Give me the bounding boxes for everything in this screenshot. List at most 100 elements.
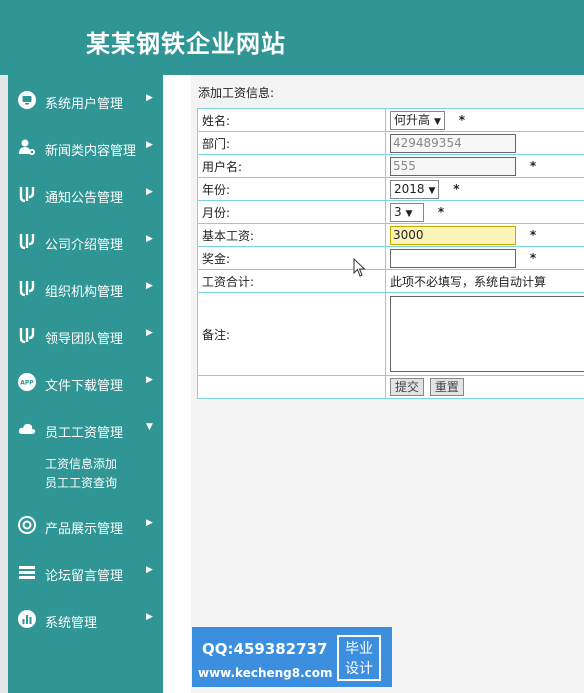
chevron-right-icon: ▶: [146, 375, 153, 385]
chevron-right-icon: ▶: [146, 234, 153, 244]
reset-button[interactable]: 重置: [429, 378, 464, 396]
year-label: 年份:: [197, 177, 386, 201]
site-title: 某某钢铁企业网站: [86, 29, 286, 58]
sidebar-item-company[interactable]: 公司介绍管理 ▶: [8, 226, 163, 256]
month-cell: 3 ▼ *: [385, 200, 584, 224]
required-mark: *: [529, 227, 537, 242]
sidebar-item-salary[interactable]: 员工工资管理 ▼: [8, 414, 163, 444]
watermark-site: www.kecheng8.com: [198, 666, 333, 680]
chevron-right-icon: ▶: [146, 612, 153, 622]
form-row-year: 年份: 2018 ▼ *: [197, 177, 584, 201]
chevron-right-icon: ▶: [146, 518, 153, 528]
username-cell: 555 *: [385, 154, 584, 178]
month-select[interactable]: 3 ▼: [390, 202, 424, 222]
month-label: 月份:: [197, 200, 386, 224]
sidebar-item-label: 新闻类内容管理: [45, 144, 137, 159]
department-cell: 429489354: [385, 131, 584, 155]
dropdown-arrow-icon: ▼: [405, 208, 413, 219]
bonus-cell: *: [385, 246, 584, 270]
remark-label: 备注:: [197, 292, 386, 376]
required-mark: *: [458, 112, 466, 127]
form-row-name: 姓名: 何升高 ▼ *: [197, 108, 584, 132]
name-select-value: 何升高: [394, 112, 431, 127]
actions-cell: 提交 重置: [385, 375, 584, 399]
chevron-right-icon: ▶: [146, 281, 153, 291]
department-label: 部门:: [197, 131, 386, 155]
chevron-right-icon: ▶: [146, 93, 153, 103]
year-cell: 2018 ▼ *: [385, 177, 584, 201]
dropdown-arrow-icon: ▼: [434, 116, 441, 127]
sidebar-item-news[interactable]: 新闻类内容管理 ▶: [8, 132, 163, 162]
sidebar-item-leadership[interactable]: 领导团队管理 ▶: [8, 320, 163, 350]
sidebar-item-organization[interactable]: 组织机构管理 ▶: [8, 273, 163, 303]
watermark-qq: QQ:459382737: [202, 640, 328, 658]
user-gear-icon: [19, 139, 35, 155]
watermark-badge-line2: 设计: [345, 661, 373, 677]
salary-form: 姓名: 何升高 ▼ * 部门: 429489354 用户名: 555 * 年份: …: [197, 108, 584, 399]
sidebar-item-label: 公司介绍管理: [45, 238, 124, 253]
form-row-bonus: 奖金: *: [197, 246, 584, 270]
monitor-icon: [18, 91, 36, 109]
required-mark: *: [529, 250, 537, 265]
submit-button[interactable]: 提交: [390, 378, 425, 396]
sidebar-item-notices[interactable]: 通知公告管理 ▶: [8, 179, 163, 209]
sidebar-item-system[interactable]: 系统管理 ▶: [8, 604, 163, 634]
cloud-icon: [18, 423, 36, 434]
required-mark: *: [529, 158, 537, 173]
year-select[interactable]: 2018 ▼: [390, 179, 440, 199]
form-row-base-salary: 基本工资: 3000 *: [197, 223, 584, 247]
username-field[interactable]: 555: [390, 156, 516, 176]
flow-icon: [19, 281, 35, 297]
chevron-down-icon: ▼: [146, 422, 153, 432]
total-note: 此项不必填写，系统自动计算: [385, 269, 584, 293]
base-salary-field[interactable]: 3000: [390, 225, 516, 245]
form-row-total: 工资合计: 此项不必填写，系统自动计算: [197, 269, 584, 293]
sidebar: 系统用户管理 ▶ 新闻类内容管理 ▶ 通知公告管理 ▶ 公司介绍管理 ▶ 组织机…: [8, 75, 163, 693]
flow-icon: [19, 328, 35, 344]
sidebar-subitem-query-salary[interactable]: 员工工资查询: [45, 474, 117, 491]
form-row-month: 月份: 3 ▼ *: [197, 200, 584, 224]
required-mark: *: [437, 204, 445, 219]
name-cell: 何升高 ▼ *: [385, 108, 584, 132]
sidebar-subitem-add-salary[interactable]: 工资信息添加: [45, 455, 117, 472]
chart-icon: [18, 610, 36, 628]
sidebar-item-products[interactable]: 产品展示管理 ▶: [8, 510, 163, 540]
form-row-department: 部门: 429489354: [197, 131, 584, 155]
month-select-value: 3: [394, 204, 402, 219]
sidebar-item-label: 文件下载管理: [45, 379, 124, 394]
sidebar-item-system-users[interactable]: 系统用户管理 ▶: [8, 85, 163, 115]
base-salary-label: 基本工资:: [197, 223, 386, 247]
sidebar-item-label: 系统用户管理: [45, 97, 124, 112]
flow-icon: [19, 187, 35, 203]
chevron-right-icon: ▶: [146, 328, 153, 338]
name-label: 姓名:: [197, 108, 386, 132]
form-row-remark: 备注:: [197, 292, 584, 376]
form-row-actions: 提交 重置: [197, 375, 584, 399]
sidebar-item-label: 系统管理: [45, 616, 98, 631]
year-select-value: 2018: [394, 181, 425, 196]
required-mark: *: [453, 181, 460, 196]
site-header: 某某钢铁企业网站: [0, 0, 584, 75]
app-icon: APP: [18, 373, 36, 391]
sidebar-item-label: 论坛留言管理: [45, 569, 124, 584]
layers-icon: [19, 566, 35, 579]
form-row-username: 用户名: 555 *: [197, 154, 584, 178]
section-title: 添加工资信息:: [198, 86, 275, 100]
chevron-right-icon: ▶: [146, 187, 153, 197]
watermark-banner: QQ:459382737 www.kecheng8.com 毕业 设计: [192, 627, 392, 687]
sidebar-item-label: 员工工资管理: [45, 426, 124, 441]
sidebar-item-label: 领导团队管理: [45, 332, 124, 347]
sidebar-item-forum[interactable]: 论坛留言管理 ▶: [8, 557, 163, 587]
mouse-cursor-icon: [353, 258, 366, 277]
remark-textarea[interactable]: [390, 296, 584, 372]
svg-text:APP: APP: [20, 380, 34, 387]
dropdown-arrow-icon: ▼: [428, 185, 436, 196]
name-select[interactable]: 何升高 ▼: [390, 110, 445, 130]
remark-cell: [385, 292, 584, 376]
chevron-right-icon: ▶: [146, 140, 153, 150]
bonus-field[interactable]: [390, 248, 516, 268]
base-salary-cell: 3000 *: [385, 223, 584, 247]
flow-icon: [19, 234, 35, 250]
department-field[interactable]: 429489354: [390, 133, 516, 153]
sidebar-item-downloads[interactable]: APP 文件下载管理 ▶: [8, 367, 163, 397]
